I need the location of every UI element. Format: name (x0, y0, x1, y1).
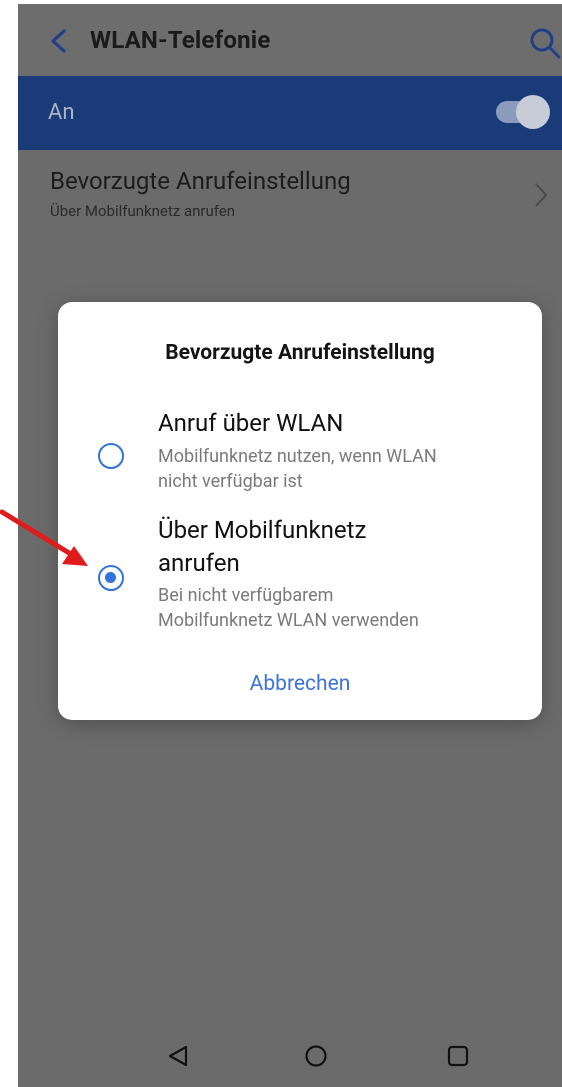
chevron-left-icon[interactable] (48, 29, 70, 53)
nav-recents-icon[interactable] (446, 1044, 470, 1068)
option-call-over-mobile-network[interactable]: Über Mobilfunknetz anrufen Bei nicht ver… (58, 512, 542, 642)
master-switch-bar[interactable]: An (18, 76, 562, 150)
nav-back-icon[interactable] (166, 1044, 190, 1068)
search-icon[interactable] (528, 26, 562, 60)
dialog-title: Bevorzugte Anrufeinstellung (165, 341, 435, 365)
nav-home-icon[interactable] (304, 1044, 328, 1068)
preferred-call-setting-title: Bevorzugte Anrufeinstellung (50, 167, 351, 195)
toggle-switch-thumb[interactable] (516, 95, 550, 129)
chevron-right-icon (535, 183, 548, 207)
red-arrow-annotation-icon (0, 509, 88, 566)
cancel-button[interactable]: Abbrechen (58, 668, 542, 700)
option-title: Anruf über WLAN (158, 409, 344, 437)
preferred-call-setting-summary: Über Mobilfunknetz anrufen (50, 202, 236, 220)
option-description-line1: Mobilfunknetz nutzen, wenn WLAN (158, 446, 437, 467)
master-switch-label: An (48, 100, 75, 125)
page-title: WLAN-Telefonie (90, 26, 271, 54)
radio-unselected[interactable] (98, 443, 124, 469)
option-description-line2: nicht verfügbar ist (158, 471, 303, 492)
option-call-over-wlan[interactable]: Anruf über WLAN Mobilfunknetz nutzen, we… (58, 404, 542, 504)
app-bar: WLAN-Telefonie (18, 4, 562, 76)
option-description-line2: Mobilfunknetz WLAN verwenden (158, 610, 419, 631)
option-description-line1: Bei nicht verfügbarem (158, 585, 334, 606)
preferred-call-setting-dialog: Bevorzugte Anrufeinstellung Anruf über W… (58, 302, 542, 720)
option-title-line1: Über Mobilfunknetz (158, 516, 367, 544)
option-title-line2: anrufen (158, 549, 240, 577)
